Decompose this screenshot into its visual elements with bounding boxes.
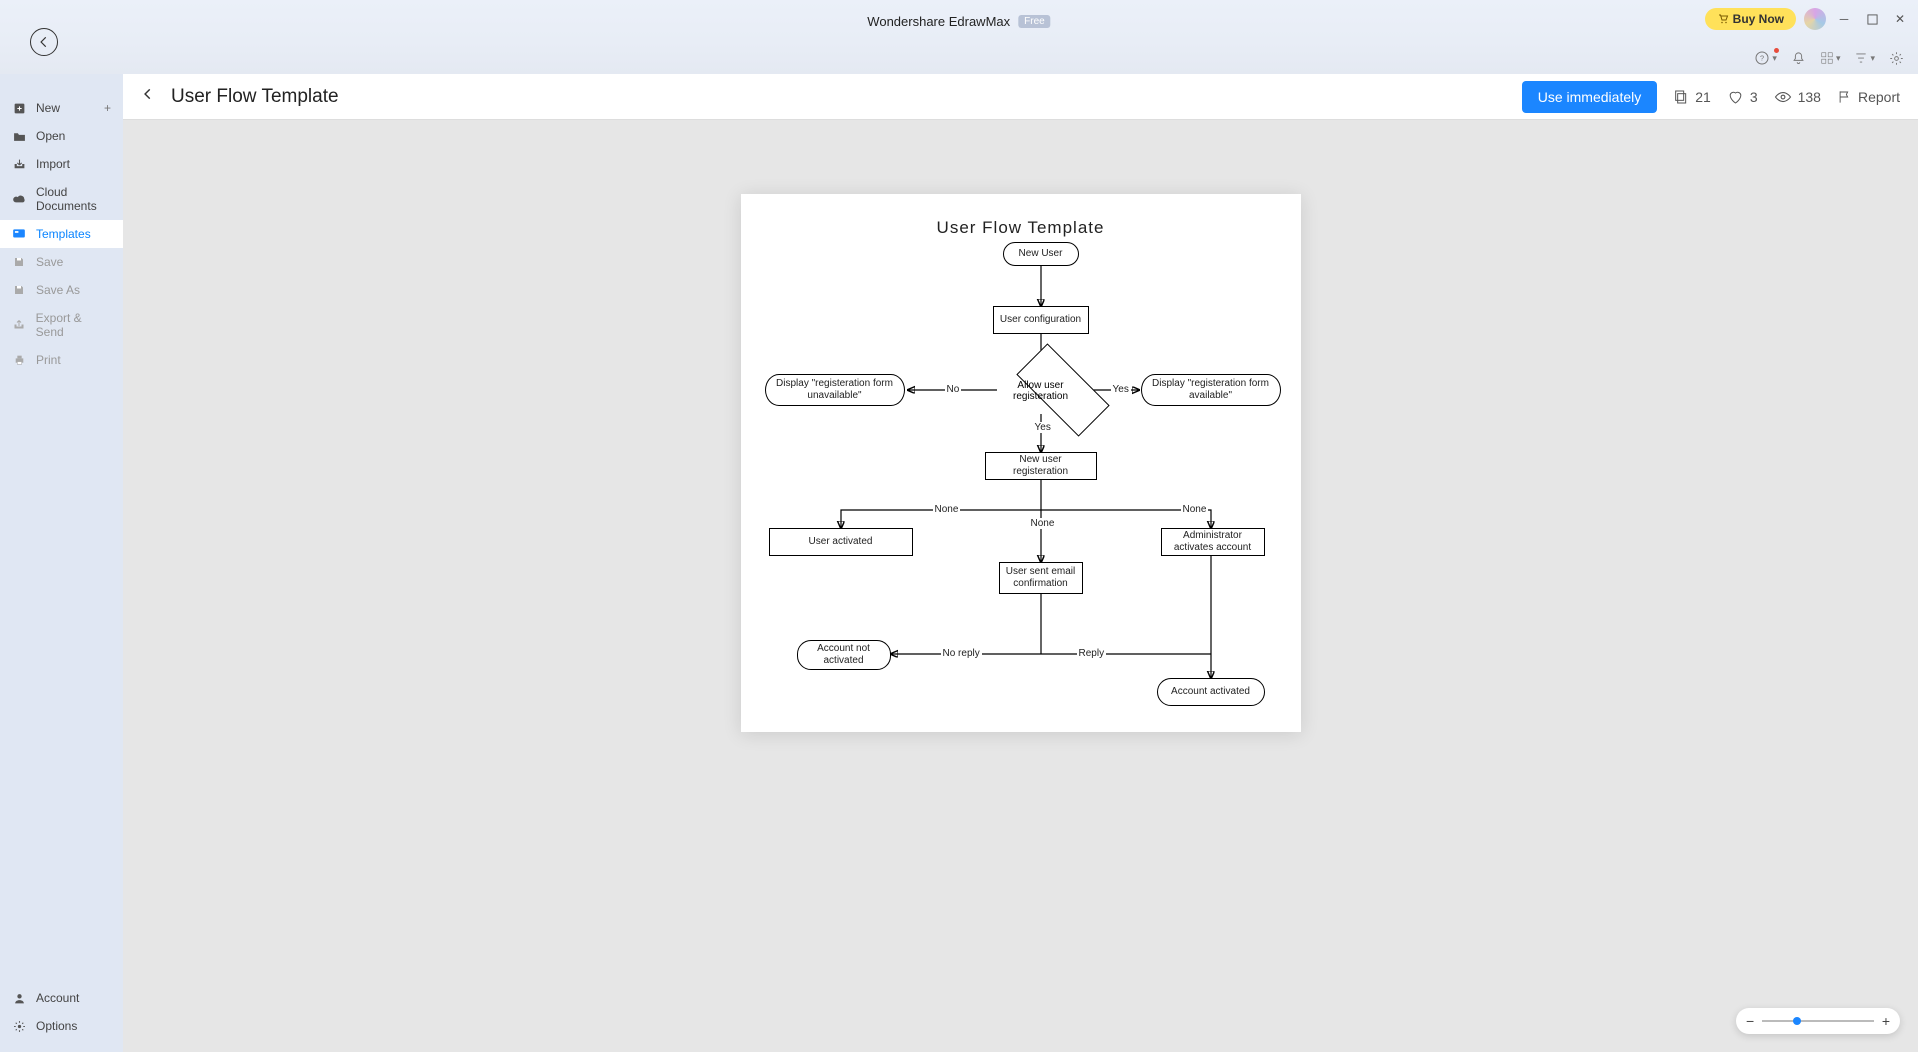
likes-stat[interactable]: 3: [1727, 89, 1758, 105]
save-icon: [12, 256, 26, 268]
account-icon: [12, 992, 26, 1005]
node-account-not-activated: Account not activated: [797, 640, 891, 670]
sidebar-item-new[interactable]: New +: [0, 94, 123, 122]
options-gear-icon: [12, 1020, 26, 1033]
svg-text:?: ?: [1760, 54, 1764, 63]
sidebar-item-label: Cloud Documents: [36, 185, 111, 213]
views-stat[interactable]: 138: [1774, 89, 1821, 105]
diagram-canvas[interactable]: User Flow Template: [741, 194, 1301, 732]
node-display-unavailable: Display "registeration form unavailable": [765, 374, 905, 406]
copies-stat[interactable]: 21: [1673, 89, 1711, 105]
report-label: Report: [1858, 89, 1900, 105]
cart-icon: [1717, 13, 1729, 25]
avatar[interactable]: [1804, 8, 1826, 30]
node-new-user: New User: [1003, 242, 1079, 266]
edge-label-none3: None: [1181, 504, 1209, 515]
edge-label-no: No: [945, 384, 962, 395]
templates-icon: [12, 228, 26, 240]
edge-label-none2: None: [1029, 518, 1057, 529]
back-button[interactable]: [30, 28, 58, 56]
apps-icon[interactable]: ▾: [1820, 51, 1841, 65]
edition-badge: Free: [1018, 15, 1051, 28]
sidebar-item-print[interactable]: Print: [0, 346, 123, 374]
eye-icon: [1774, 90, 1792, 104]
sidebar-item-account[interactable]: Account: [0, 984, 123, 1012]
sidebar-item-label: Save: [36, 255, 63, 269]
cloud-icon: [12, 194, 26, 205]
node-new-reg: New user registeration: [985, 452, 1097, 480]
sidebar-item-label: Open: [36, 129, 65, 143]
use-immediately-button[interactable]: Use immediately: [1522, 81, 1657, 113]
sidebar-item-label: Export & Send: [36, 311, 111, 339]
minimize-button[interactable]: ─: [1834, 9, 1854, 29]
sidebar-item-cloud[interactable]: Cloud Documents: [0, 178, 123, 220]
zoom-control[interactable]: − +: [1736, 1008, 1900, 1034]
filter-icon[interactable]: ▾: [1854, 51, 1875, 65]
page-title: User Flow Template: [171, 86, 1506, 108]
help-icon[interactable]: ? ▾: [1754, 50, 1777, 66]
node-display-available: Display "registeration form available": [1141, 374, 1281, 406]
maximize-button[interactable]: [1862, 9, 1882, 29]
node-admin-activates: Administrator activates account: [1161, 528, 1265, 556]
sidebar-item-export[interactable]: Export & Send: [0, 304, 123, 346]
sidebar-item-label: Save As: [36, 283, 80, 297]
sidebar-item-label: Import: [36, 157, 70, 171]
zoom-out-button[interactable]: −: [1746, 1013, 1754, 1029]
report-button[interactable]: Report: [1837, 89, 1900, 105]
sidebar: New + Open Import Cloud Documents Templa…: [0, 74, 123, 1052]
sidebar-item-save[interactable]: Save: [0, 248, 123, 276]
edge-label-yes: Yes: [1111, 384, 1131, 395]
heart-icon: [1727, 89, 1744, 105]
sidebar-item-label: Templates: [36, 227, 91, 241]
folder-icon: [12, 131, 26, 142]
node-decision-label: Allow user registeration: [991, 380, 1091, 402]
import-icon: [12, 158, 26, 171]
sidebar-item-open[interactable]: Open: [0, 122, 123, 150]
page-header: User Flow Template Use immediately 21 3 …: [123, 74, 1918, 120]
bell-icon[interactable]: [1791, 51, 1806, 66]
close-button[interactable]: ✕: [1890, 9, 1910, 29]
diagram-title: User Flow Template: [741, 194, 1301, 238]
gear-icon[interactable]: [1889, 51, 1904, 66]
copies-count: 21: [1695, 89, 1711, 105]
app-title: Wondershare EdrawMax: [867, 14, 1010, 29]
sidebar-item-label: New: [36, 101, 60, 115]
sidebar-item-label: Account: [36, 991, 79, 1005]
edge-label-yes2: Yes: [1033, 422, 1053, 433]
sidebar-item-saveas[interactable]: Save As: [0, 276, 123, 304]
sidebar-item-label: Print: [36, 353, 61, 367]
copy-icon: [1673, 89, 1689, 105]
export-icon: [12, 319, 26, 331]
plus-icon[interactable]: +: [104, 101, 111, 115]
buy-now-label: Buy Now: [1733, 12, 1784, 26]
flag-icon: [1837, 89, 1852, 105]
saveas-icon: [12, 284, 26, 296]
sidebar-item-templates[interactable]: Templates: [0, 220, 123, 248]
back-chevron[interactable]: [141, 85, 155, 108]
edge-label-reply: Reply: [1077, 648, 1107, 659]
zoom-slider[interactable]: [1762, 1020, 1874, 1022]
sidebar-item-options[interactable]: Options: [0, 1012, 123, 1040]
node-user-config: User configuration: [993, 306, 1089, 334]
edge-label-none1: None: [933, 504, 961, 515]
sidebar-item-import[interactable]: Import: [0, 150, 123, 178]
edge-label-noreply: No reply: [941, 648, 982, 659]
node-user-activated: User activated: [769, 528, 913, 556]
zoom-in-button[interactable]: +: [1882, 1013, 1890, 1029]
views-count: 138: [1798, 89, 1821, 105]
node-email-confirmation: User sent email confirmation: [999, 562, 1083, 594]
print-icon: [12, 354, 26, 366]
buy-now-button[interactable]: Buy Now: [1705, 8, 1796, 30]
sidebar-item-label: Options: [36, 1019, 77, 1033]
plus-square-icon: [12, 102, 26, 115]
likes-count: 3: [1750, 89, 1758, 105]
node-account-activated: Account activated: [1157, 678, 1265, 706]
